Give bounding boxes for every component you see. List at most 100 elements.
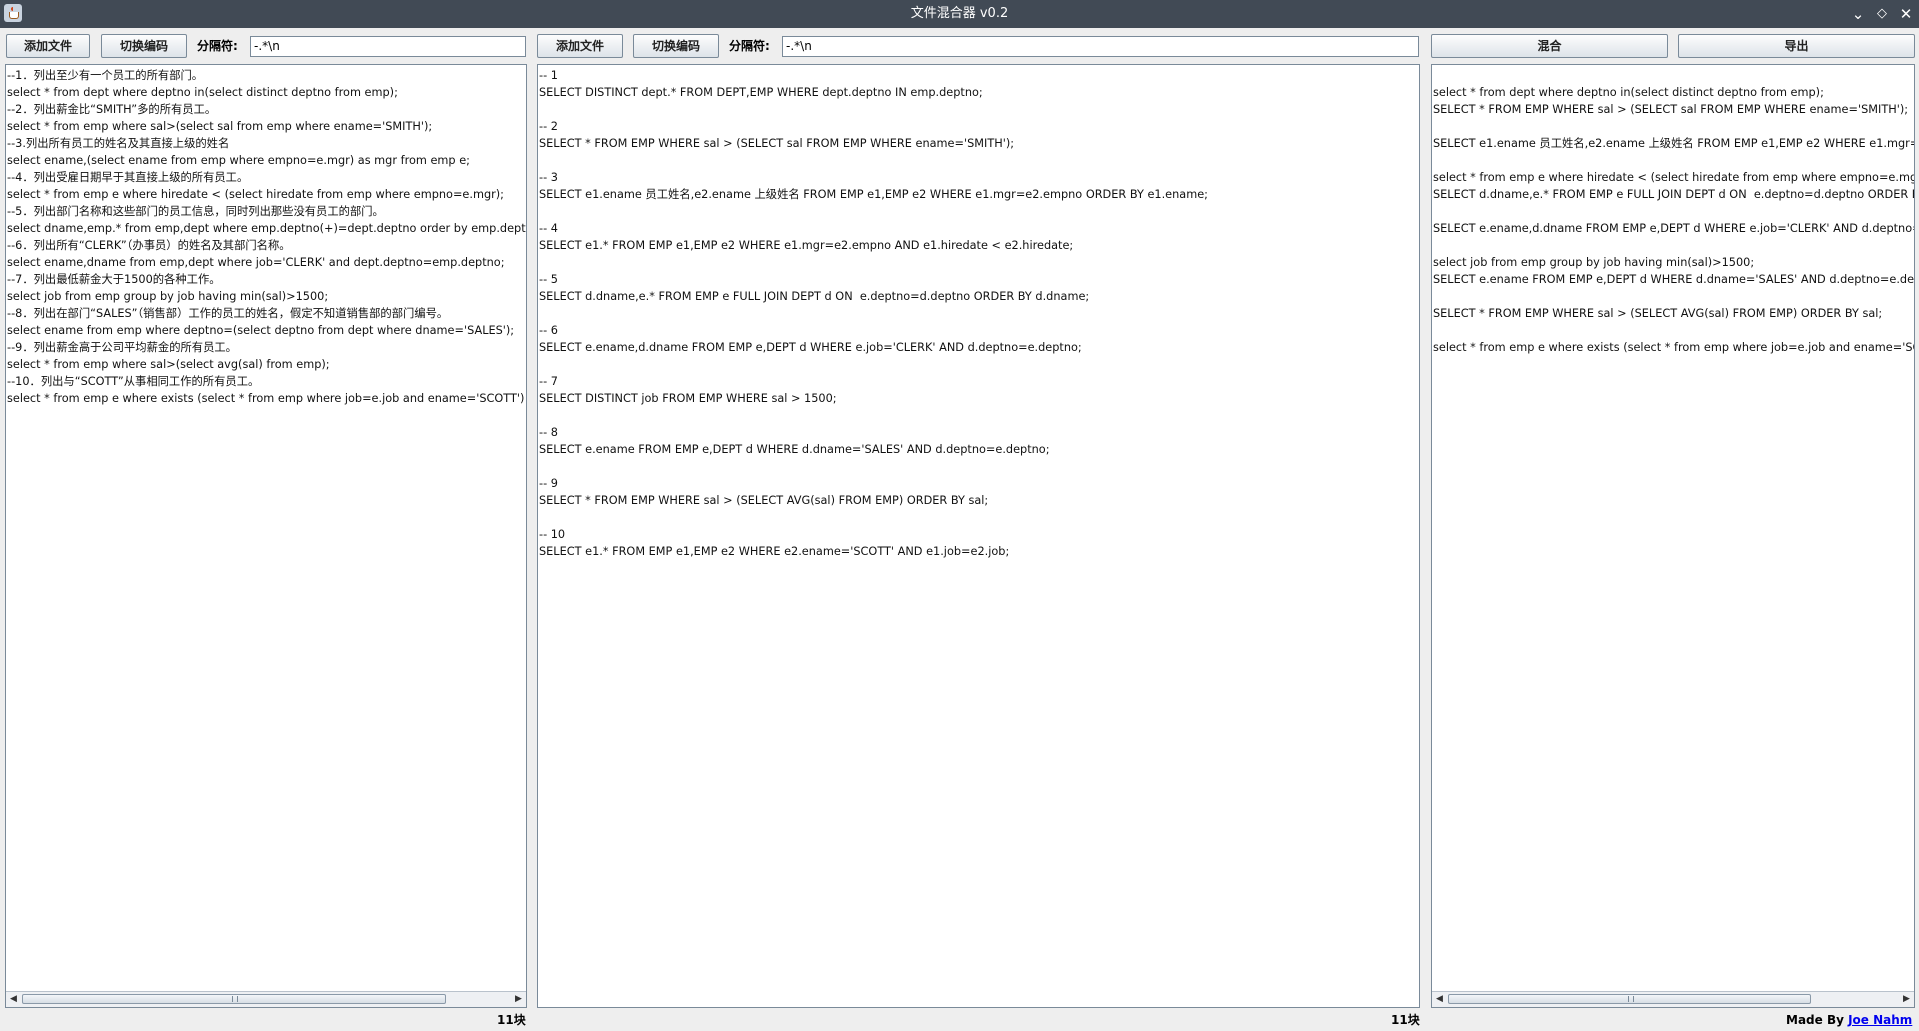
title-bar: 文件混合器 v0.2 ⌄ ◇ ✕ <box>0 0 1919 28</box>
text-line: -- 4 <box>539 222 558 235</box>
text-line: --4．列出受雇日期早于其直接上级的所有员工。 <box>7 171 249 184</box>
text-line: -- 7 <box>539 375 558 388</box>
text-line: SELECT e.ename FROM EMP e,DEPT d WHERE d… <box>539 443 1050 456</box>
left-separator-label: 分隔符: <box>197 39 238 53</box>
scroll-right-arrow-icon[interactable]: ▶ <box>511 992 526 1007</box>
text-line: select * from emp e where hiredate < (se… <box>7 188 504 201</box>
mix-button[interactable]: 混合 <box>1431 34 1668 58</box>
text-line: -- 8 <box>539 426 558 439</box>
middle-file-text-area[interactable]: -- 1 SELECT DISTINCT dept.* FROM DEPT,EMP… <box>537 64 1420 1008</box>
text-line: -- 5 <box>539 273 558 286</box>
text-line: --6．列出所有“CLERK”（办事员）的姓名及其部门名称。 <box>7 239 291 252</box>
text-line <box>539 356 1419 373</box>
text-line <box>539 152 1419 169</box>
text-line: -- 9 <box>539 477 558 490</box>
text-line: select * from dept where deptno in(selec… <box>1433 86 1824 99</box>
middle-separator-input[interactable]: -.*\n <box>782 36 1419 57</box>
text-line: SELECT e1.* FROM EMP e1,EMP e2 WHERE e1.… <box>539 239 1074 252</box>
middle-block-count: 11块 <box>1391 1013 1420 1027</box>
text-line: select ename,dname from emp,dept where j… <box>7 256 505 269</box>
left-horizontal-scrollbar[interactable]: ◀ ▶ <box>6 991 526 1007</box>
text-line <box>1433 237 1914 254</box>
scroll-left-arrow-icon[interactable]: ◀ <box>6 992 21 1007</box>
text-line: SELECT e.ename FROM EMP e,DEPT d WHERE d… <box>1433 273 1915 286</box>
window-title: 文件混合器 v0.2 <box>910 6 1009 21</box>
text-line <box>1433 67 1914 84</box>
text-line: SELECT DISTINCT dept.* FROM DEPT,EMP WHE… <box>539 86 983 99</box>
text-line <box>539 407 1419 424</box>
maximize-diamond-icon[interactable]: ◇ <box>1872 0 1892 28</box>
text-line: select * from emp e where exists (select… <box>1433 341 1914 354</box>
text-line: select * from emp where sal>(select sal … <box>7 120 433 133</box>
text-line <box>1433 203 1914 220</box>
left-file-text-area[interactable]: --1．列出至少有一个员工的所有部门。 select * from dept wh… <box>5 64 527 1008</box>
minimize-chevron-down-icon[interactable]: ⌄ <box>1848 0 1868 28</box>
result-text-content: select * from dept where deptno in(selec… <box>1432 65 1914 356</box>
text-line: select dname,emp.* from emp,dept where e… <box>7 222 527 235</box>
middle-text-content: -- 1 SELECT DISTINCT dept.* FROM DEPT,EMP… <box>538 65 1419 560</box>
text-line: SELECT * FROM EMP WHERE sal > (SELECT AV… <box>1433 307 1883 320</box>
left-block-count: 11块 <box>497 1013 526 1027</box>
export-button[interactable]: 导出 <box>1678 34 1915 58</box>
text-line: --1．列出至少有一个员工的所有部门。 <box>7 69 204 82</box>
text-line: SELECT e.ename,d.dname FROM EMP e,DEPT d… <box>539 341 1082 354</box>
text-line: SELECT * FROM EMP WHERE sal > (SELECT sa… <box>539 137 1015 150</box>
text-line: --9．列出薪金高于公司平均薪金的所有员工。 <box>7 341 237 354</box>
middle-separator-label: 分隔符: <box>729 39 770 53</box>
text-line: SELECT d.dname,e.* FROM EMP e FULL JOIN … <box>539 290 1090 303</box>
text-line: -- 6 <box>539 324 558 337</box>
text-line: --2．列出薪金比“SMITH”多的所有员工。 <box>7 103 217 116</box>
text-line: -- 1 <box>539 69 558 82</box>
left-scrollbar-thumb[interactable] <box>22 994 446 1004</box>
text-line: -- 2 <box>539 120 558 133</box>
text-line: --7．列出最低薪金大于1500的各种工作。 <box>7 273 221 286</box>
right-scrollbar-thumb[interactable] <box>1448 994 1811 1004</box>
close-icon[interactable]: ✕ <box>1896 0 1916 28</box>
author-link[interactable]: Joe Nahm <box>1848 1013 1912 1027</box>
left-text-content: --1．列出至少有一个员工的所有部门。 select * from dept wh… <box>6 65 526 407</box>
right-horizontal-scrollbar[interactable]: ◀ ▶ <box>1432 991 1914 1007</box>
middle-add-file-button[interactable]: 添加文件 <box>537 34 623 58</box>
text-line <box>1433 118 1914 135</box>
text-line <box>1433 152 1914 169</box>
text-line <box>539 458 1419 475</box>
text-line: select * from emp e where hiredate < (se… <box>1433 171 1915 184</box>
text-line: SELECT * FROM EMP WHERE sal > (SELECT AV… <box>539 494 989 507</box>
text-line: SELECT e.ename,d.dname FROM EMP e,DEPT d… <box>1433 222 1914 235</box>
text-line: select * from dept where deptno in(selec… <box>7 86 398 99</box>
text-line <box>1433 288 1914 305</box>
text-line: -- 3 <box>539 171 558 184</box>
middle-switch-encoding-button[interactable]: 切换编码 <box>633 34 719 58</box>
text-line: SELECT DISTINCT job FROM EMP WHERE sal >… <box>539 392 837 405</box>
made-by-credit: Made By Joe Nahm <box>1786 1011 1912 1029</box>
text-line <box>539 254 1419 271</box>
text-line: select ename,(select ename from emp wher… <box>7 154 470 167</box>
text-line <box>539 509 1419 526</box>
text-line: SELECT e1.ename 员工姓名,e2.ename 上级姓名 FROM … <box>539 188 1208 201</box>
text-line <box>539 305 1419 322</box>
text-line: select job from emp group by job having … <box>1433 256 1755 269</box>
text-line: --3.列出所有员工的姓名及其直接上级的姓名 <box>7 137 230 150</box>
made-by-prefix: Made By <box>1786 1013 1849 1027</box>
text-line: -- 10 <box>539 528 566 541</box>
text-line: --8．列出在部门“SALES”（销售部）工作的员工的姓名，假定不知道销售部的部… <box>7 307 449 320</box>
text-line: select job from emp group by job having … <box>7 290 329 303</box>
text-line <box>539 203 1419 220</box>
text-line: select * from emp e where exists (select… <box>7 392 525 405</box>
left-separator-input[interactable]: -.*\n <box>250 36 526 57</box>
text-line: --5．列出部门名称和这些部门的员工信息，同时列出那些没有员工的部门。 <box>7 205 384 218</box>
text-line: SELECT * FROM EMP WHERE sal > (SELECT sa… <box>1433 103 1909 116</box>
text-line: SELECT e1.* FROM EMP e1,EMP e2 WHERE e2.… <box>539 545 1010 558</box>
left-switch-encoding-button[interactable]: 切换编码 <box>101 34 187 58</box>
text-line: select ename from emp where deptno=(sele… <box>7 324 515 337</box>
text-line: select * from emp where sal>(select avg(… <box>7 358 330 371</box>
text-line: SELECT d.dname,e.* FROM EMP e FULL JOIN … <box>1433 188 1914 201</box>
left-add-file-button[interactable]: 添加文件 <box>6 34 90 58</box>
text-line: SELECT e1.ename 员工姓名,e2.ename 上级姓名 FROM … <box>1433 137 1915 150</box>
text-line: --10．列出与“SCOTT”从事相同工作的所有员工。 <box>7 375 260 388</box>
scroll-right-arrow-icon[interactable]: ▶ <box>1899 992 1914 1007</box>
text-line <box>539 101 1419 118</box>
scroll-left-arrow-icon[interactable]: ◀ <box>1432 992 1447 1007</box>
result-text-area[interactable]: select * from dept where deptno in(selec… <box>1431 64 1915 1008</box>
text-line <box>1433 322 1914 339</box>
